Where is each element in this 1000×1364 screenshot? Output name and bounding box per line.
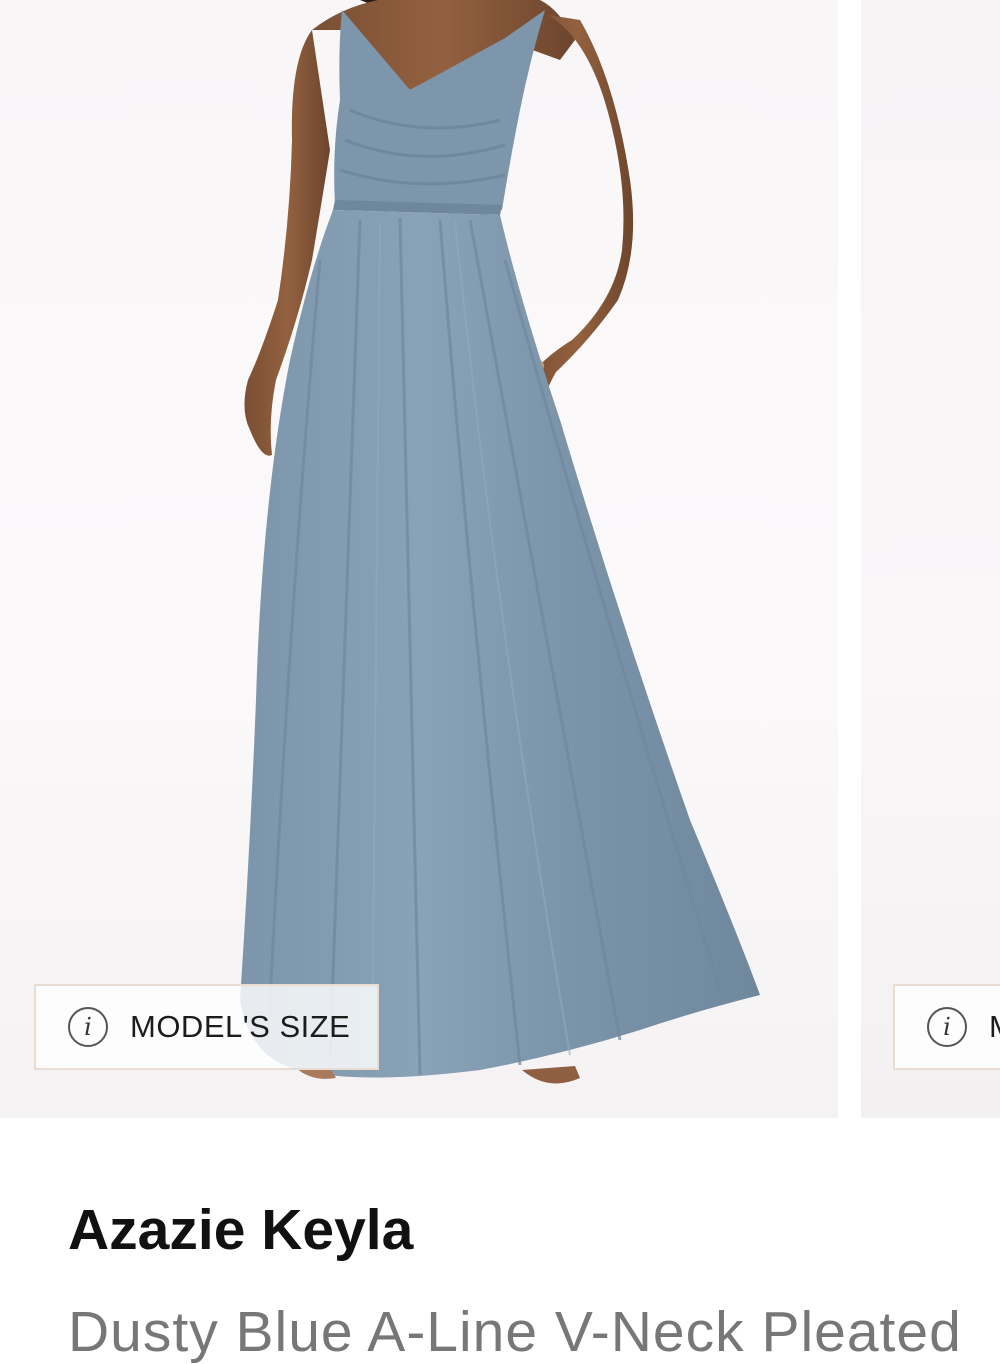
model-size-label: MODEL'S SIZE: [989, 1009, 1000, 1045]
info-icon: i: [927, 1007, 967, 1047]
product-image-slide[interactable]: i MODEL'S SIZE: [0, 0, 838, 1118]
model-size-button[interactable]: i MODEL'S SIZE: [893, 984, 1000, 1070]
product-image-carousel[interactable]: i MODEL'S SIZE i MODEL'S SIZE: [0, 0, 1000, 1118]
product-title: Azazie Keyla: [68, 1198, 414, 1262]
product-info: Azazie Keyla: [68, 1196, 968, 1264]
model-size-button[interactable]: i MODEL'S SIZE: [34, 984, 379, 1070]
model-size-label: MODEL'S SIZE: [130, 1009, 351, 1044]
product-image-slide[interactable]: i MODEL'S SIZE: [861, 0, 1000, 1118]
info-icon: i: [68, 1007, 108, 1047]
dress-model-photo: [240, 0, 760, 1084]
